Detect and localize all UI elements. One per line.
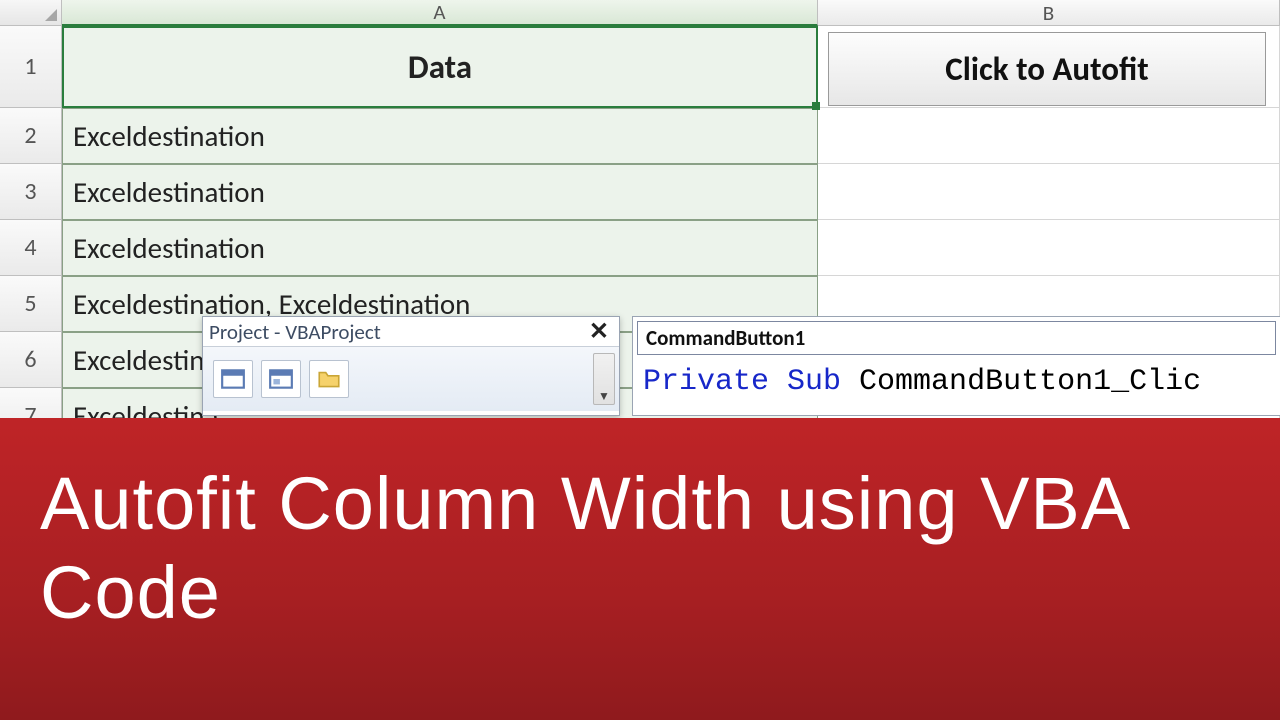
select-all-corner[interactable]: [0, 0, 62, 26]
table-row: 3 Exceldestination: [0, 164, 1280, 220]
scroll-down-icon[interactable]: ▼: [598, 389, 610, 404]
vbe-project-window[interactable]: Project - VBAProject ✕ ▼: [202, 316, 620, 416]
cell-a3[interactable]: Exceldestination: [62, 164, 818, 220]
banner-title: Autofit Column Width using VBA Code: [40, 460, 1240, 638]
vbe-code-window[interactable]: CommandButton1 Private Sub CommandButton…: [632, 316, 1280, 416]
autofit-button[interactable]: Click to Autofit: [828, 32, 1266, 106]
cell-b4[interactable]: [818, 220, 1280, 276]
row-header-2[interactable]: 2: [0, 108, 62, 164]
object-dropdown[interactable]: CommandButton1: [637, 321, 1276, 355]
folder-icon[interactable]: [309, 360, 349, 398]
vbe-scrollbar[interactable]: ▼: [593, 353, 615, 405]
column-header-b[interactable]: B: [818, 0, 1280, 26]
cell-b2[interactable]: [818, 108, 1280, 164]
vbe-project-toolbar: ▼: [203, 347, 619, 411]
row-header-3[interactable]: 3: [0, 164, 62, 220]
cell-b3[interactable]: [818, 164, 1280, 220]
table-row: 4 Exceldestination: [0, 220, 1280, 276]
title-banner: Autofit Column Width using VBA Code: [0, 418, 1280, 720]
spreadsheet-area: A B 1 Data 2 Exceldestination 3 Exceldes…: [0, 0, 1280, 418]
keyword-text: Private Sub: [643, 365, 859, 399]
row-header-5[interactable]: 5: [0, 276, 62, 332]
code-line[interactable]: Private Sub CommandButton1_Clic: [633, 355, 1280, 399]
view-object-icon[interactable]: [261, 360, 301, 398]
column-header-a[interactable]: A: [62, 0, 818, 26]
vbe-project-title-text: Project - VBAProject: [209, 319, 381, 345]
code-text: CommandButton1_Clic: [859, 365, 1201, 399]
row-header-4[interactable]: 4: [0, 220, 62, 276]
table-row: 2 Exceldestination: [0, 108, 1280, 164]
column-headers-row: A B: [0, 0, 1280, 26]
vbe-project-titlebar[interactable]: Project - VBAProject ✕: [203, 317, 619, 347]
row-header-6[interactable]: 6: [0, 332, 62, 388]
cell-a4[interactable]: Exceldestination: [62, 220, 818, 276]
cell-a1-selected[interactable]: Data: [62, 26, 818, 108]
cell-a2[interactable]: Exceldestination: [62, 108, 818, 164]
close-icon[interactable]: ✕: [585, 317, 613, 346]
view-code-icon[interactable]: [213, 360, 253, 398]
row-header-1[interactable]: 1: [0, 26, 62, 108]
